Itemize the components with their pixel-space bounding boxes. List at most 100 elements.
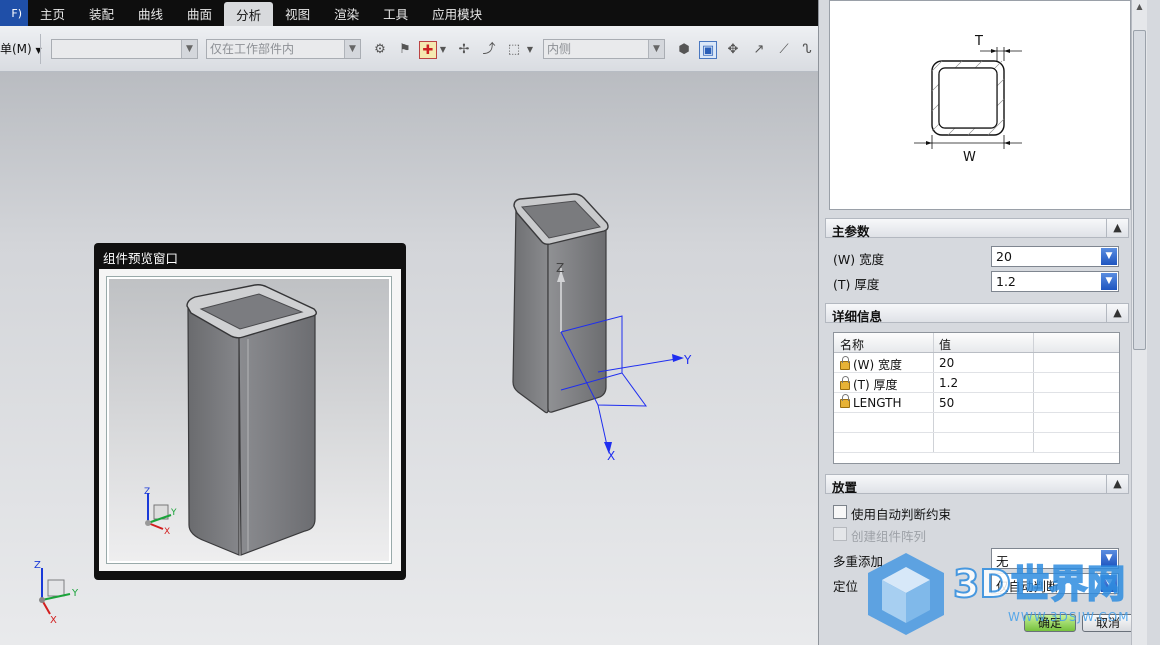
table-header: 名称 值 xyxy=(834,333,1119,353)
menu-bar: F) 主页 装配 曲线 曲面 分析 视图 渲染 工具 应用模块 xyxy=(0,0,818,26)
type-filter-combo[interactable]: ▼ xyxy=(51,39,198,59)
toolbar: 单(M) ▼ ▼ 仅在工作部件内 ▼ ⚙ ⚑ ✚ ▼ ✢ ⤴ ⬚ ▼ 内侧 ▼ … xyxy=(0,26,818,72)
details-header[interactable]: 详细信息 ▲ xyxy=(825,303,1129,324)
chevron-down-icon[interactable]: ▼ xyxy=(438,41,448,59)
chevron-down-icon: ▼ xyxy=(648,40,664,58)
multi-add-dropdown[interactable]: 无 ▼ xyxy=(991,548,1119,569)
tab-view[interactable]: 视图 xyxy=(273,0,322,26)
table-row-empty xyxy=(834,413,1119,433)
table-cell-value[interactable]: 20 xyxy=(934,353,1034,372)
position-dropdown[interactable]: 仅自动判断 ▼ xyxy=(991,573,1119,594)
table-cell-value[interactable]: 1.2 xyxy=(934,373,1034,392)
svg-text:Y: Y xyxy=(71,588,79,599)
width-label: (W) 宽度 xyxy=(833,252,885,267)
file-menu-tab[interactable]: F) xyxy=(0,0,28,26)
selection-scope-value: 仅在工作部件内 xyxy=(210,42,295,56)
select-features-icon[interactable]: ⚙ xyxy=(371,41,389,59)
shaded-body-icon[interactable]: ⬢ xyxy=(675,41,693,59)
section-drawing: T W xyxy=(829,0,1131,210)
chevron-up-icon[interactable]: ▲ xyxy=(1133,2,1146,14)
chevron-down-icon: ▼ xyxy=(1101,575,1117,592)
cube-view-icon[interactable]: ▣ xyxy=(699,41,717,59)
create-array-label: 创建组件阵列 xyxy=(851,529,927,544)
svg-text:X: X xyxy=(50,615,57,626)
svg-text:Z: Z xyxy=(34,560,41,571)
tab-curve[interactable]: 曲线 xyxy=(126,0,175,26)
move-icon[interactable]: ✥ xyxy=(724,41,742,59)
box-select-icon[interactable]: ⬚ xyxy=(505,41,523,59)
column-header-name[interactable]: 名称 xyxy=(834,333,934,352)
toolbar-divider xyxy=(40,34,41,64)
tab-tools[interactable]: 工具 xyxy=(371,0,420,26)
tab-home[interactable]: 主页 xyxy=(28,0,77,26)
create-array-checkbox[interactable] xyxy=(833,527,847,541)
selection-scope-combo[interactable]: 仅在工作部件内 ▼ xyxy=(206,39,361,59)
placement-title: 放置 xyxy=(832,480,858,495)
row-name: (T) 厚度 xyxy=(853,378,898,392)
preview-tube-model: Z Y X xyxy=(144,284,317,556)
table-cell-name: (T) 厚度 xyxy=(834,373,934,392)
tab-surface[interactable]: 曲面 xyxy=(175,0,224,26)
thickness-dim-label: T xyxy=(974,34,983,49)
tab-analysis[interactable]: 分析 xyxy=(224,2,274,26)
scrollbar-thumb[interactable] xyxy=(1133,30,1146,350)
table-row[interactable]: (T) 厚度 1.2 xyxy=(834,373,1119,393)
tab-assembly[interactable]: 装配 xyxy=(77,0,126,26)
reuse-component-dialog: T W 主参数 ▲ (W) 宽度 20 ▼ (T) 厚度 1.2 ▼ 详细信息 … xyxy=(818,0,1160,645)
cancel-button[interactable]: 取消 xyxy=(1082,614,1134,632)
table-row[interactable]: (W) 宽度 20 xyxy=(834,353,1119,373)
chevron-down-icon: ▼ xyxy=(1101,248,1117,265)
ok-button[interactable]: 确定 xyxy=(1024,614,1076,632)
line-point-icon[interactable]: ⟋ xyxy=(775,41,793,59)
component-preview-window[interactable]: 组件预览窗口 Z Y X xyxy=(94,243,406,580)
table-cell-value[interactable]: 50 xyxy=(934,393,1034,412)
table-row-empty xyxy=(834,433,1119,453)
thickness-dropdown[interactable]: 1.2 ▼ xyxy=(991,271,1119,292)
chevron-up-icon[interactable]: ▲ xyxy=(1106,474,1128,494)
row-name: LENGTH xyxy=(853,396,902,410)
line-icon[interactable]: ↗ xyxy=(750,41,768,59)
details-title: 详细信息 xyxy=(832,309,883,324)
chevron-up-icon[interactable]: ▲ xyxy=(1106,218,1128,238)
tab-render[interactable]: 渲染 xyxy=(322,0,371,26)
arc-icon[interactable]: ᔐ xyxy=(798,41,816,59)
table-cell-name: LENGTH xyxy=(834,393,934,412)
lock-icon[interactable] xyxy=(840,394,850,408)
chevron-down-icon: ▼ xyxy=(344,40,360,58)
view-triad: Z Y X xyxy=(34,560,79,626)
thickness-value: 1.2 xyxy=(996,274,1016,289)
multi-add-value: 无 xyxy=(996,554,1009,569)
column-header-value[interactable]: 值 xyxy=(934,333,1034,352)
menu-button[interactable]: 单(M) ▼ xyxy=(0,40,42,57)
snap-mode-value: 内侧 xyxy=(547,42,572,56)
chevron-up-icon[interactable]: ▲ xyxy=(1106,303,1128,323)
lock-icon[interactable] xyxy=(840,356,850,370)
svg-text:X: X xyxy=(164,527,170,537)
panel-scrollbar[interactable]: ▲ xyxy=(1131,0,1147,645)
curve-rule-icon[interactable]: ⤴ xyxy=(480,41,498,59)
main-params-title: 主参数 xyxy=(832,224,870,239)
svg-text:Y: Y xyxy=(683,353,692,367)
width-dropdown[interactable]: 20 ▼ xyxy=(991,246,1119,267)
auto-constraint-checkbox[interactable] xyxy=(833,505,847,519)
chevron-down-icon[interactable]: ▼ xyxy=(525,41,535,59)
chevron-down-icon: ▼ xyxy=(1101,550,1117,567)
point-icon[interactable]: ✢ xyxy=(455,41,473,59)
position-value: 仅自动判断 xyxy=(996,579,1059,594)
tab-applications[interactable]: 应用模块 xyxy=(420,0,494,26)
main-params-header[interactable]: 主参数 ▲ xyxy=(825,218,1129,239)
chevron-down-icon: ▼ xyxy=(1101,273,1117,290)
lock-icon[interactable] xyxy=(840,376,850,390)
placement-header[interactable]: 放置 ▲ xyxy=(825,474,1129,495)
preview-window-title: 组件预览窗口 xyxy=(103,251,179,266)
thickness-label: (T) 厚度 xyxy=(833,277,880,292)
table-row[interactable]: LENGTH 50 xyxy=(834,393,1119,413)
snap-point-icon[interactable]: ✚ xyxy=(419,41,437,59)
snap-mode-combo[interactable]: 内侧 ▼ xyxy=(543,39,665,59)
preview-viewport[interactable]: Z Y X xyxy=(106,276,392,564)
svg-text:Z: Z xyxy=(144,487,150,497)
select-components-icon[interactable]: ⚑ xyxy=(396,41,414,59)
menu-button-label: 单(M) xyxy=(0,42,32,56)
position-label: 定位 xyxy=(833,579,859,594)
details-table[interactable]: 名称 值 (W) 宽度 20 (T) 厚度 1.2 LENGTH 50 xyxy=(833,332,1120,464)
